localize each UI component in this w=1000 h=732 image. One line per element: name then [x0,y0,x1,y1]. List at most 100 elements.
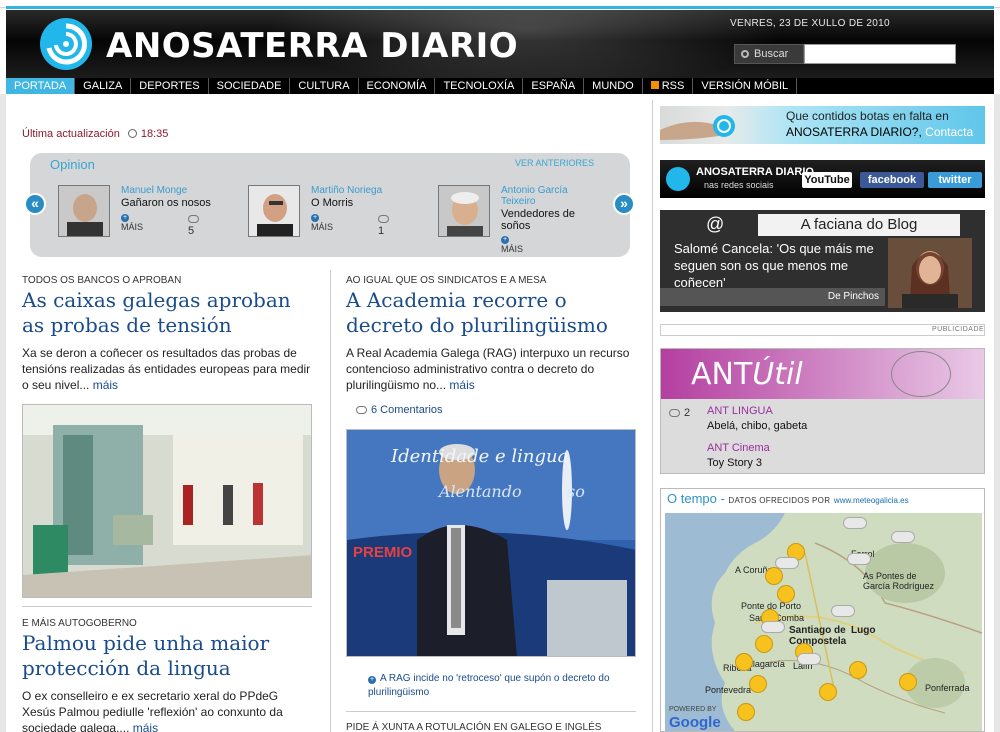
sun-icon [737,703,755,721]
comments-link[interactable]: 6 Comentarios [356,404,443,416]
nav-mundo[interactable]: MUNDO [584,78,643,94]
article-headline[interactable]: Palmou pide unha maior protección da lin… [22,631,269,681]
author-photo[interactable] [438,185,490,237]
nav-version-mobil[interactable]: VERSIÓN MÓBIL [693,78,798,94]
antutil-category[interactable]: ANT Cinema [707,442,770,454]
author-photo[interactable] [58,185,110,237]
comment-count[interactable]: 1 [378,213,393,237]
search-button[interactable]: Buscar [734,44,804,64]
comment-count[interactable]: 2 [669,407,690,419]
map-town: Lugo [851,625,876,636]
twitter-button[interactable]: twitter [928,172,982,188]
map-town: Pontevedra [705,685,752,695]
search-input[interactable] [804,44,956,64]
plus-icon: + [311,214,319,222]
article-summary: A Real Academia Galega (RAG) interpuxo u… [346,346,630,392]
blog-photo[interactable] [888,238,972,308]
cloud-icon [797,653,821,665]
antutil-box: ANTÚtil 2 ANT LINGUA Abelá, chibo, gabet… [660,348,985,474]
blog-source[interactable]: De Pinchos [660,288,885,306]
social-banner: ANOSATERRA DIARIO nas redes sociais YouT… [660,160,985,198]
article-kicker: E MÁIS AUTOGOBERNO [22,618,137,629]
author-photo[interactable] [248,185,300,237]
publicidade-label: PUBLICIDADE [932,326,985,333]
contact-banner[interactable]: Que contidos botas en falta en ANOSATERR… [660,106,985,144]
opinion-title: Opinion [50,157,95,172]
comment-bubble-icon [378,215,389,223]
lightbulb-icon [891,351,951,397]
column-divider [652,100,653,732]
antutil-item[interactable]: Abelá, chibo, gabeta [707,420,807,432]
nav-portada[interactable]: PORTADA [6,78,76,94]
author-name[interactable]: Manuel Monge [121,185,187,196]
nav-tecnoloxia[interactable]: TECNOLOXÍA [435,78,524,94]
facebook-button[interactable]: facebook [860,172,924,188]
opinion-prev-arrow[interactable]: « [24,193,46,215]
antutil-item[interactable]: Toy Story 3 [707,457,762,469]
opinion-headline[interactable]: O Morris [311,197,353,209]
more-link[interactable]: máis [93,378,118,392]
nav-galiza[interactable]: GALIZA [75,78,132,94]
antutil-banner[interactable]: ANTÚtil [661,349,984,399]
nav-deportes[interactable]: DEPORTES [131,78,209,94]
weather-map[interactable]: A Coruña Ponte do Porto Santa Comba Sant… [665,513,982,731]
more-link[interactable]: máis [449,378,474,392]
author-name[interactable]: Antonio García [501,185,568,196]
comment-count[interactable]: 5 [188,213,203,237]
left-page-edge [0,94,6,732]
sun-icon [849,661,867,679]
sun-icon [819,683,837,701]
article-headline[interactable]: A Academia recorre o decreto do plurilin… [346,288,608,338]
more-link[interactable]: +MÁIS [121,211,143,232]
article-photo[interactable] [22,404,312,598]
contact-banner-line1: Que contidos botas en falta en [786,109,949,123]
nav-rss[interactable]: RSS [643,78,694,94]
nav-sociedade[interactable]: SOCIEDADE [209,78,291,94]
antutil-logo[interactable]: ANTÚtil [691,357,803,392]
site-header: ANOSATERRA DIARIO VENRES, 23 DE XULLO DE… [6,10,994,78]
more-link[interactable]: +MÁIS [311,211,333,232]
article-photo[interactable]: Identidade e lingua Alentando so PREMIO [346,429,636,657]
powered-by-label: POWERED BY [669,706,717,713]
more-link[interactable]: +MÁIS [501,233,523,254]
sun-icon [755,635,773,653]
opinion-headline[interactable]: Vendedores de [501,208,575,220]
nav-cultura[interactable]: CULTURA [290,78,359,94]
comment-bubble-icon [669,409,680,417]
related-link[interactable]: + A RAG incide no 'retroceso' que supón o… [368,672,618,700]
contact-banner-line2: ANOSATERRA DIARIO?, Contacta [786,125,974,139]
divider [346,711,636,712]
top-line [0,0,1000,9]
more-link[interactable]: máis [133,721,158,732]
antutil-category[interactable]: ANT LINGUA [707,405,773,417]
nav-espana[interactable]: ESPAÑA [523,78,585,94]
photo-caption-text: PREMIO [353,544,413,561]
cloud-icon [761,621,785,633]
nav-economia[interactable]: ECONOMÍA [359,78,436,94]
opinion-headline-cont[interactable]: soños [501,220,530,232]
google-logo[interactable]: Google [669,714,721,731]
at-icon: @ [706,214,725,234]
article-headline[interactable]: As caixas galegas aproban as probas de t… [22,288,291,338]
opinion-headline[interactable]: Gañaron os nosos [121,197,211,209]
opinion-next-arrow[interactable]: » [613,193,635,215]
logo-swirl-icon[interactable] [40,18,92,70]
contact-link[interactable]: Contacta [925,125,973,139]
map-town: Ponferrada [925,683,970,693]
site-logo-text[interactable]: ANOSATERRA DIARIO [106,26,518,66]
logo-swirl-icon [666,167,690,191]
comment-bubble-icon [188,215,199,223]
blog-quote[interactable]: Salomé Cancela: 'Os que máis me seguen s… [674,240,894,291]
divider [22,606,312,607]
meteogalicia-link[interactable]: www.meteogalicia.es [834,496,909,505]
youtube-button[interactable]: YouTube [802,172,852,188]
author-name-cont[interactable]: Teixeiro [501,196,535,207]
blog-banner[interactable]: @ A faciana do Blog Salomé Cancela: 'Os … [660,210,985,312]
author-name[interactable]: Martiño Noriega [311,185,382,196]
article-kicker: PIDE Á XUNTA A ROTULACIÓN EN GALEGO E IN… [346,722,602,732]
photo-caption-text: Identidade e lingua [391,446,569,467]
clock-icon [127,129,137,138]
search-icon [741,50,749,58]
main-nav: PORTADA GALIZA DEPORTES SOCIEDADE CULTUR… [6,78,994,94]
see-previous-link[interactable]: VER ANTERIORES [515,158,594,168]
